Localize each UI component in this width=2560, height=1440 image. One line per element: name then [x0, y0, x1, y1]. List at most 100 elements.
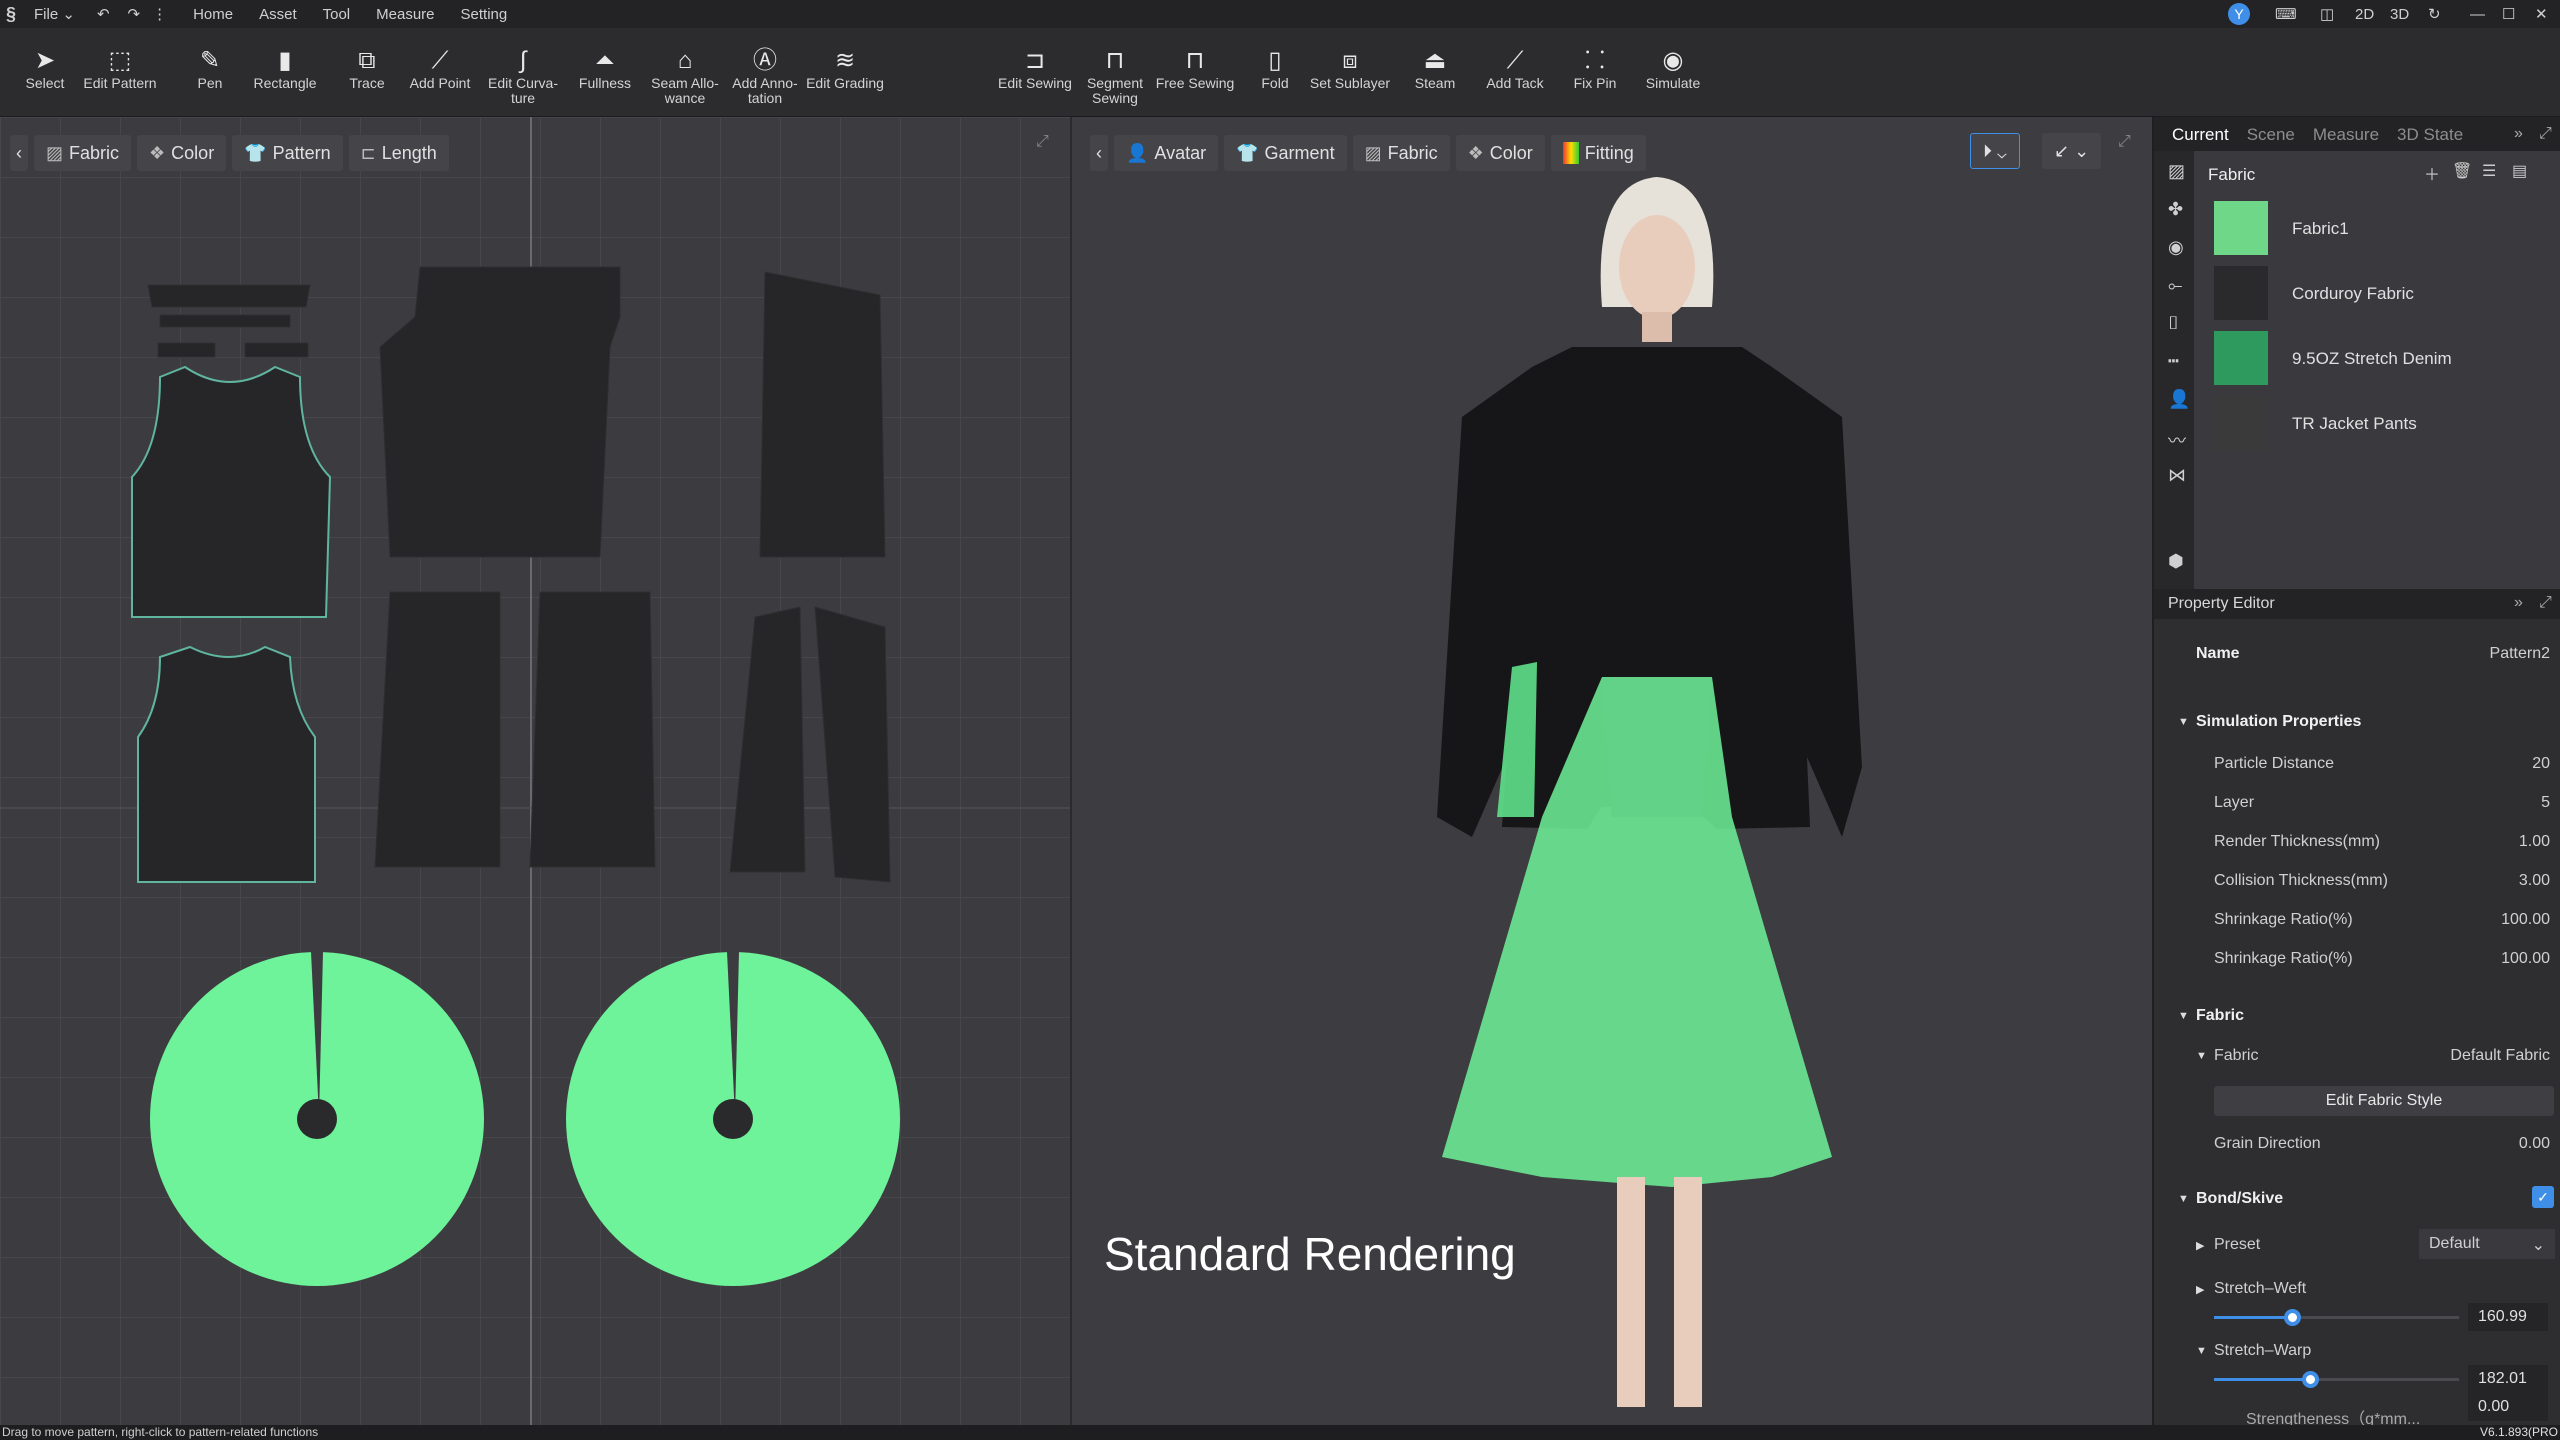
- tool-edit-grading[interactable]: ≋ Edit Grading: [800, 46, 890, 91]
- menu-measure[interactable]: Measure: [376, 6, 434, 23]
- collapse-triangle-icon[interactable]: ▶: [2196, 1239, 2204, 1252]
- category-icon-strip: ▨ ✤ ◉ ⟜ ⌷ ┅ 👤 〰 ⋈ ⬢: [2154, 151, 2194, 591]
- collapse-double-chevron-icon[interactable]: »: [2514, 125, 2523, 143]
- tool-label: Edit Pattern: [83, 75, 157, 91]
- user-avatar[interactable]: Y: [2228, 3, 2250, 25]
- tool-edit-sewing[interactable]: ⊐ Edit Sewing: [990, 46, 1080, 91]
- property-value[interactable]: 20: [2532, 755, 2550, 773]
- preset-select[interactable]: Default ⌄: [2419, 1229, 2555, 1259]
- fabric-list-item[interactable]: Fabric1: [2214, 199, 2554, 261]
- strengtheness-input[interactable]: 0.00: [2468, 1393, 2548, 1421]
- menu-home[interactable]: Home: [193, 6, 233, 23]
- tool-add-anno-tation[interactable]: Ⓐ Add Anno-tation: [720, 46, 810, 106]
- tool-edit-curva-ture[interactable]: ∫ Edit Curva-ture: [478, 46, 568, 106]
- tab-current[interactable]: Current: [2172, 125, 2229, 145]
- expand-triangle-icon[interactable]: ▼: [2196, 1345, 2207, 1357]
- free-sewing-icon: ⊓: [1185, 47, 1205, 74]
- menu-tool[interactable]: Tool: [323, 6, 351, 23]
- tool-label: Pen: [197, 75, 223, 91]
- property-value[interactable]: 5: [2541, 794, 2550, 812]
- property-value[interactable]: 100.00: [2501, 911, 2550, 929]
- name-value[interactable]: Pattern2: [2490, 645, 2550, 663]
- trim-category-icon[interactable]: ✤: [2168, 199, 2183, 220]
- expand-triangle-icon[interactable]: ▼: [2178, 1010, 2189, 1022]
- tool-segment-sewing[interactable]: ⊓ Segment Sewing: [1070, 46, 1160, 106]
- split-view-icon[interactable]: ◫: [2320, 5, 2334, 23]
- file-label: File: [34, 6, 59, 23]
- view-3d-button[interactable]: 3D: [2390, 6, 2409, 23]
- stretch-warp-input[interactable]: 182.01: [2468, 1365, 2548, 1393]
- slider-thumb[interactable]: [2284, 1309, 2302, 1326]
- expand-triangle-icon[interactable]: ▼: [2178, 716, 2189, 728]
- simulate-icon: ◉: [1662, 47, 1684, 74]
- property-value[interactable]: 100.00: [2501, 950, 2550, 968]
- detail-view-icon[interactable]: ▤: [2512, 161, 2527, 181]
- slider-thumb[interactable]: [2301, 1371, 2319, 1388]
- bow-category-icon[interactable]: ⋈: [2168, 465, 2186, 486]
- grain-direction-value[interactable]: 0.00: [2519, 1135, 2550, 1153]
- tab-measure[interactable]: Measure: [2313, 125, 2379, 145]
- buttonhole-category-icon[interactable]: ⟜: [2168, 275, 2182, 296]
- expand-triangle-icon[interactable]: ▼: [2178, 1193, 2189, 1205]
- tool-seam-allo-wance[interactable]: ⌂ Seam Allo-wance: [640, 46, 730, 106]
- refresh-icon[interactable]: ↻: [2428, 5, 2441, 23]
- elastic-category-icon[interactable]: 〰: [2168, 427, 2186, 453]
- redo-icon[interactable]: ↷: [128, 5, 141, 23]
- more-icon[interactable]: ⋮: [152, 5, 167, 23]
- undo-icon[interactable]: ↶: [97, 5, 110, 23]
- pattern-piece-skirt-left: [150, 952, 484, 1286]
- keyboard-icon[interactable]: ⌨: [2275, 5, 2297, 23]
- fabric-list-item[interactable]: TR Jacket Pants: [2214, 394, 2554, 456]
- expand-icon[interactable]: ⤢: [2539, 125, 2552, 143]
- property-label: Collision Thickness(mm): [2214, 872, 2388, 889]
- tab-scene[interactable]: Scene: [2247, 125, 2295, 145]
- avatar-category-icon[interactable]: 👤: [2168, 389, 2190, 410]
- stretch-warp-slider[interactable]: [2214, 1371, 2459, 1388]
- fabric-value[interactable]: Default Fabric: [2450, 1047, 2550, 1065]
- minimize-icon[interactable]: —: [2470, 6, 2485, 23]
- topstitch-category-icon[interactable]: ┅: [2168, 351, 2179, 372]
- file-menu[interactable]: File ⌄: [34, 5, 75, 23]
- property-value[interactable]: 1.00: [2519, 833, 2550, 851]
- tool-simulate[interactable]: ◉ Simulate: [1628, 46, 1718, 91]
- tool-set-sublayer[interactable]: ⧈ Set Sublayer: [1305, 46, 1395, 91]
- menu-asset[interactable]: Asset: [259, 6, 297, 23]
- collapse-double-chevron-icon[interactable]: »: [2514, 594, 2523, 612]
- tool-steam[interactable]: ⏏ Steam: [1390, 46, 1480, 91]
- add-fabric-icon[interactable]: ＋: [2424, 161, 2440, 185]
- close-icon[interactable]: ✕: [2535, 5, 2548, 23]
- pattern-piece-skirt-right: [566, 952, 900, 1286]
- delete-icon[interactable]: 🗑: [2452, 161, 2472, 181]
- pattern-2d-view[interactable]: ‹ ▨ Fabric ❖ Color 👕 Pattern ⊏ Length ⤢: [0, 117, 1070, 1425]
- 3d-object-icon[interactable]: ⬢: [2168, 551, 2184, 572]
- viewport-3d[interactable]: ‹ 👤 Avatar 👕 Garment ▨ Fabric ❖ Color Fittin…: [1072, 117, 2152, 1425]
- tab-3d-state[interactable]: 3D State: [2397, 125, 2463, 145]
- expand-triangle-icon[interactable]: ▼: [2196, 1050, 2207, 1062]
- maximize-icon[interactable]: ☐: [2502, 5, 2515, 23]
- edit-fabric-style-button[interactable]: Edit Fabric Style: [2214, 1086, 2554, 1116]
- stretch-weft-slider[interactable]: [2214, 1309, 2459, 1326]
- button-category-icon[interactable]: ◉: [2168, 237, 2184, 258]
- pattern-canvas[interactable]: [0, 117, 1070, 1425]
- zipper-category-icon[interactable]: ⌷: [2168, 313, 2179, 334]
- fabric-list-item[interactable]: 9.5OZ Stretch Denim: [2214, 329, 2554, 391]
- tool-fullness[interactable]: ⏶ Fullness: [560, 46, 650, 91]
- property-value[interactable]: 3.00: [2519, 872, 2550, 890]
- tool-free-sewing[interactable]: ⊓ Free Sewing: [1150, 46, 1240, 91]
- tool-fix-pin[interactable]: ⸬ Fix Pin: [1550, 46, 1640, 91]
- tool-add-tack[interactable]: ⟋ Add Tack: [1470, 46, 1560, 91]
- menu-bar: § File ⌄ ↶ ↷ ⋮ Home Asset Tool Measure S…: [0, 0, 2560, 28]
- collapse-triangle-icon[interactable]: ▶: [2196, 1283, 2204, 1296]
- tool-add-point[interactable]: ⟋ Add Point: [395, 46, 485, 91]
- menu-setting[interactable]: Setting: [461, 6, 508, 23]
- fabric-list-item[interactable]: Corduroy Fabric: [2214, 264, 2554, 326]
- stretch-weft-input[interactable]: 160.99: [2468, 1303, 2548, 1331]
- expand-icon[interactable]: ⤢: [2539, 594, 2552, 612]
- tool-rectangle[interactable]: ▮ Rectangle: [240, 46, 330, 91]
- view-2d-button[interactable]: 2D: [2355, 6, 2374, 23]
- avatar-leg-left: [1617, 1177, 1645, 1407]
- tool-edit-pattern[interactable]: ⬚ Edit Pattern: [75, 46, 165, 91]
- bond-skive-checkbox[interactable]: ✓: [2532, 1186, 2554, 1208]
- list-view-icon[interactable]: ☰: [2482, 161, 2496, 181]
- fabric-category-icon[interactable]: ▨: [2168, 161, 2185, 182]
